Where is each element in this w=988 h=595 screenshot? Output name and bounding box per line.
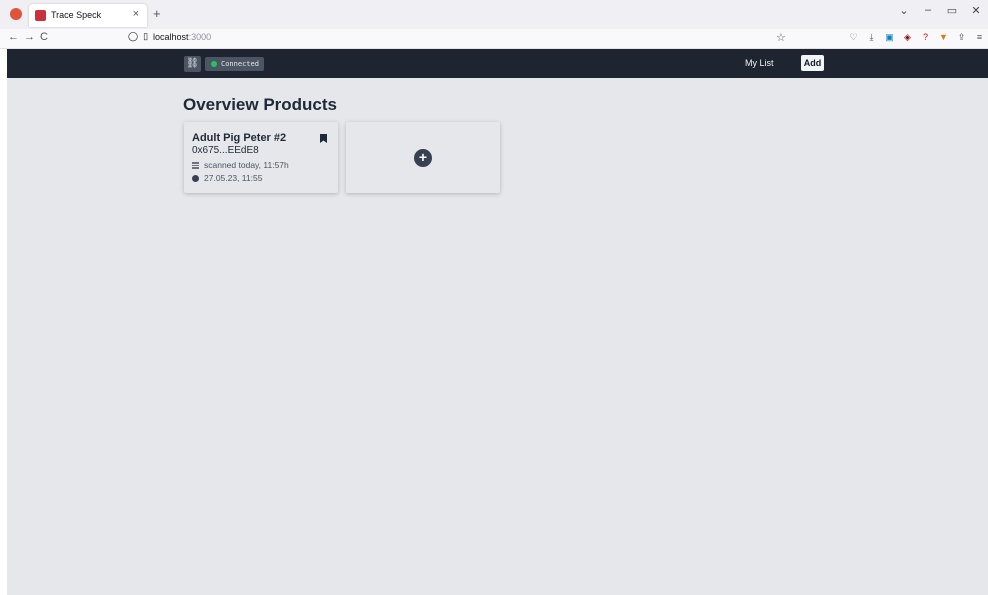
product-address: 0x675...EEdE8 (192, 145, 259, 156)
close-window-button[interactable]: ✕ (964, 4, 988, 24)
add-product-card[interactable]: + (346, 122, 500, 193)
url-bar[interactable]: ◯ ▯ localhost:3000 (128, 31, 211, 42)
restore-button[interactable]: ▭ (940, 4, 964, 24)
scan-text: scanned today, 11:57h (204, 160, 289, 170)
page-icon: ▯ (143, 31, 149, 41)
scan-icon (192, 161, 199, 169)
scan-info: scanned today, 11:57h (192, 160, 289, 170)
new-tab-button[interactable]: + (153, 6, 161, 21)
browser-tabbar: Trace Speck × + ⌄ – ▭ ✕ (0, 0, 988, 29)
product-card[interactable]: Adult Pig Peter #2 0x675...EEdE8 scanned… (184, 122, 338, 193)
ublock-icon[interactable]: ◈ (902, 32, 913, 43)
tab-list-icon[interactable]: ⌄ (892, 4, 916, 24)
pocket-icon[interactable]: ♡ (848, 32, 859, 43)
bookmark-list-icon[interactable]: ▣ (884, 32, 895, 43)
browser-tab[interactable]: Trace Speck × (29, 4, 147, 27)
forward-button[interactable]: → (24, 31, 35, 43)
help-icon[interactable]: ? (920, 32, 931, 43)
bookmark-icon[interactable] (320, 134, 327, 143)
firefox-view-icon[interactable] (10, 8, 22, 20)
connection-status-badge: Connected (205, 57, 264, 71)
back-button[interactable]: ← (8, 31, 19, 43)
plus-circle-icon[interactable]: + (414, 149, 432, 167)
url-port: :3000 (188, 31, 212, 42)
window-controls: ⌄ – ▭ ✕ (892, 4, 988, 24)
reload-button[interactable]: C (40, 31, 48, 43)
download-icon[interactable]: ⤓ (866, 32, 877, 43)
link-icon[interactable]: ⛓ (184, 56, 201, 72)
tab-close-icon[interactable]: × (133, 8, 139, 20)
share-icon[interactable]: ⇪ (956, 32, 967, 43)
clock-icon (192, 174, 199, 182)
minimize-button[interactable]: – (916, 4, 940, 24)
app-header: ⛓ Connected My List Add (7, 49, 988, 78)
status-dot-icon (211, 61, 217, 67)
product-name: Adult Pig Peter #2 (192, 132, 287, 144)
tab-favicon-icon (35, 10, 46, 21)
menu-icon[interactable]: ≡ (974, 32, 985, 43)
date-text: 27.05.23, 11:55 (204, 173, 263, 183)
main-content: Overview Products Adult Pig Peter #2 0x6… (7, 78, 988, 595)
bookmark-star-icon[interactable]: ☆ (776, 31, 786, 44)
date-info: 27.05.23, 11:55 (192, 173, 262, 183)
connection-status-text: Connected (221, 60, 259, 68)
tab-title: Trace Speck (51, 10, 102, 20)
extension-toolbar: ♡ ⤓ ▣ ◈ ? ▼ ⇪ ≡ (848, 32, 985, 43)
page-title: Overview Products (183, 95, 338, 114)
shield-icon: ◯ (128, 31, 139, 41)
nav-my-list-link[interactable]: My List (745, 58, 774, 68)
fox-icon[interactable]: ▼ (938, 32, 949, 43)
browser-navbar: ← → C ◯ ▯ localhost:3000 ☆ ♡ ⤓ ▣ ◈ ? ▼ ⇪… (0, 29, 988, 49)
url-host: localhost (153, 31, 189, 42)
add-button[interactable]: Add (801, 55, 824, 71)
